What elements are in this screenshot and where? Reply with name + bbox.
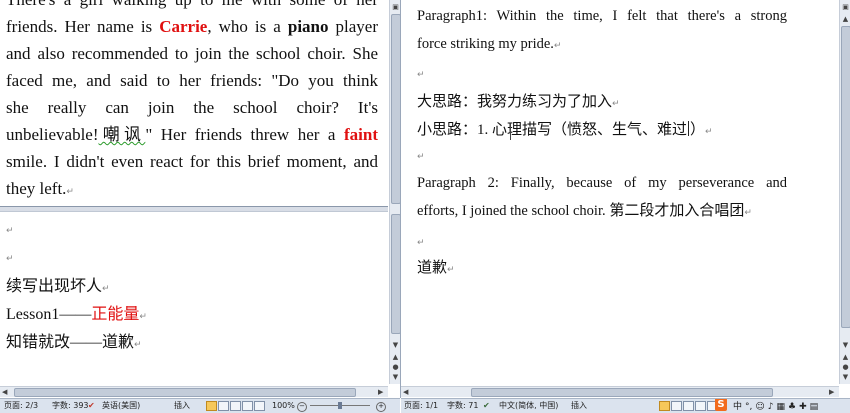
scroll-left-arrow-icon[interactable]: ◀ <box>403 387 408 397</box>
paragraph-mark: ↵ <box>6 254 14 264</box>
zoom-in-icon[interactable]: + <box>376 402 386 412</box>
left-document-top-view[interactable]: There's a girl walking up to me with som… <box>0 0 388 206</box>
story-line: they left.↵ <box>6 175 378 206</box>
ime-language-indicator[interactable]: 中 <box>733 401 742 413</box>
zoom-level[interactable]: 100% <box>272 399 295 412</box>
paragraph-mark: ↵ <box>417 152 425 162</box>
right-horizontal-scrollbar[interactable]: ◀ ▶ <box>401 386 839 397</box>
story-text: smile. I didn't even react for this brie… <box>6 152 378 171</box>
story-line: friends. Her name is Carrie, who is a pi… <box>6 13 378 40</box>
paragraph-mark: ↵ <box>66 187 74 197</box>
right-vertical-scrollbar[interactable]: ▣ ▲ ▼ ▲ ● ▼ <box>839 0 850 384</box>
right-status-bar: 页面: 1/1 字数: 71 ✔ 中文(简体, 中国) 插入 S 中 °, ☺ ♪ ▦ ♣… <box>401 398 850 413</box>
page-count[interactable]: 页面: 1/1 <box>404 399 438 412</box>
zoom-slider-knob[interactable] <box>338 402 342 409</box>
paragraph-mark: ↵ <box>6 226 14 236</box>
outline-view-icon[interactable] <box>242 401 253 411</box>
left-document-window[interactable]: There's a girl walking up to me with som… <box>0 0 388 384</box>
web-layout-icon[interactable] <box>683 401 694 411</box>
story-paragraph[interactable]: There's a girl walking up to me with som… <box>6 0 378 206</box>
story-line: and also recommended to join the school … <box>6 40 378 67</box>
view-mode-buttons[interactable] <box>659 401 719 413</box>
proofing-check-icon[interactable]: ✔ <box>483 399 490 412</box>
paragraph1-text[interactable]: Paragraph1: Within the time, I felt that… <box>417 2 787 60</box>
mouse-ibeam-cursor <box>510 124 519 140</box>
story-text: faced me, and said to her friends: "Do y… <box>6 71 378 90</box>
scroll-left-arrow-icon[interactable]: ◀ <box>2 387 7 397</box>
story-text: they left. <box>6 179 67 198</box>
left-horizontal-thumb[interactable] <box>14 388 356 397</box>
next-page-icon[interactable]: ▼ <box>840 372 850 383</box>
page-count[interactable]: 页面: 2/3 <box>4 399 38 412</box>
scroll-right-arrow-icon[interactable]: ▶ <box>829 387 834 397</box>
settings-icon[interactable]: ▤ <box>810 401 819 413</box>
view-mode-buttons[interactable] <box>206 401 266 413</box>
right-document-window[interactable]: Paragraph1: Within the time, I felt that… <box>401 0 839 384</box>
annotation-word: 嘲讽 <box>98 125 146 144</box>
zoom-out-icon[interactable]: − <box>297 402 307 412</box>
story-text: player <box>328 17 378 36</box>
word-count[interactable]: 字数: 71 <box>447 399 478 412</box>
story-line: she really can join the school choir? It… <box>6 94 378 121</box>
web-layout-icon[interactable] <box>230 401 241 411</box>
story-text: she really can join the school choir? It… <box>6 98 378 117</box>
paragraph-mark: ↵ <box>417 70 425 80</box>
left-status-bar: 页面: 2/3 字数: 393 ✔ 英语(美国) 插入 100% − + <box>0 398 400 413</box>
note-line-bad-person[interactable]: 续写出现坏人↵ <box>6 272 110 296</box>
left-document-bottom-view[interactable]: ↵ ↵ 续写出现坏人↵ Lesson1——正能量↵ 知错就改——道歉↵ <box>0 210 388 384</box>
story-line: There's a girl walking up to me with som… <box>6 0 378 13</box>
right-horizontal-thumb[interactable] <box>471 388 773 397</box>
insert-mode-indicator[interactable]: 插入 <box>174 399 190 412</box>
story-line: unbelievable!嘲讽" Her friends threw her a… <box>6 121 378 148</box>
toolbox-icon[interactable]: ✚ <box>799 401 807 413</box>
apology-line[interactable]: 道歉↵ <box>417 256 455 277</box>
sogou-ime-logo-icon[interactable]: S <box>715 399 727 411</box>
story-text: friends. Her name is <box>6 17 160 36</box>
language-indicator[interactable]: 中文(简体, 中国) <box>499 399 558 412</box>
ime-toolbar[interactable]: 中 °, ☺ ♪ ▦ ♣ ✚ ▤ <box>733 400 821 413</box>
proofing-check-icon[interactable]: ✔ <box>88 399 95 412</box>
story-line: smile. I didn't even react for this brie… <box>6 148 378 175</box>
note-line-lesson1[interactable]: Lesson1——正能量↵ <box>6 300 147 324</box>
positive-energy-text: 正能量 <box>91 306 140 323</box>
punctuation-mode-icon[interactable]: °, <box>745 401 752 413</box>
skin-icon[interactable]: ♣ <box>788 401 796 413</box>
language-indicator[interactable]: 英语(美国) <box>102 399 140 412</box>
story-text: " Her friends threw her a <box>145 125 344 144</box>
scroll-down-arrow-icon[interactable]: ▼ <box>840 340 850 351</box>
paragraph2-text[interactable]: Paragraph 2: Finally, because of my pers… <box>417 169 787 227</box>
story-text: , who is a <box>207 17 288 36</box>
full-screen-reading-icon[interactable] <box>218 401 229 411</box>
insert-mode-indicator[interactable]: 插入 <box>571 399 587 412</box>
right-scroll-thumb[interactable] <box>841 26 850 328</box>
story-text: unbelievable! <box>6 125 99 144</box>
highlighted-word: Carrie <box>159 17 208 36</box>
scroll-up-arrow-icon[interactable]: ▲ <box>840 14 850 25</box>
small-idea-line[interactable]: 小思路：1. 心理描写（愤怒、生气、难过 ）↵ <box>417 118 713 139</box>
highlighted-word: faint <box>344 125 378 144</box>
story-line: faced me, and said to her friends: "Do y… <box>6 67 378 94</box>
keyboard-icon[interactable]: ▦ <box>777 401 786 413</box>
paragraph-mark: ↵ <box>417 238 425 248</box>
ruler-toggle-icon[interactable]: ▣ <box>840 2 850 13</box>
outline-view-icon[interactable] <box>695 401 706 411</box>
draft-view-icon[interactable] <box>254 401 265 411</box>
big-idea-line[interactable]: 大思路：我努力练习为了加入↵ <box>417 90 620 111</box>
bold-word: piano <box>287 17 329 36</box>
note-line-apology[interactable]: 知错就改——道歉↵ <box>6 328 142 352</box>
emoji-icon[interactable]: ☺ <box>755 401 764 413</box>
left-horizontal-scrollbar[interactable]: ◀ ▶ <box>0 386 388 397</box>
story-text: There's a girl walking up to me with som… <box>6 0 378 9</box>
full-screen-reading-icon[interactable] <box>671 401 682 411</box>
story-text: and also recommended to join the school … <box>6 44 378 63</box>
print-layout-view-icon[interactable] <box>206 401 217 411</box>
word-count[interactable]: 字数: 393 <box>52 399 89 412</box>
print-layout-view-icon[interactable] <box>659 401 670 411</box>
microphone-icon[interactable]: ♪ <box>768 401 774 413</box>
text-cursor <box>688 121 690 136</box>
scroll-right-arrow-icon[interactable]: ▶ <box>378 387 383 397</box>
